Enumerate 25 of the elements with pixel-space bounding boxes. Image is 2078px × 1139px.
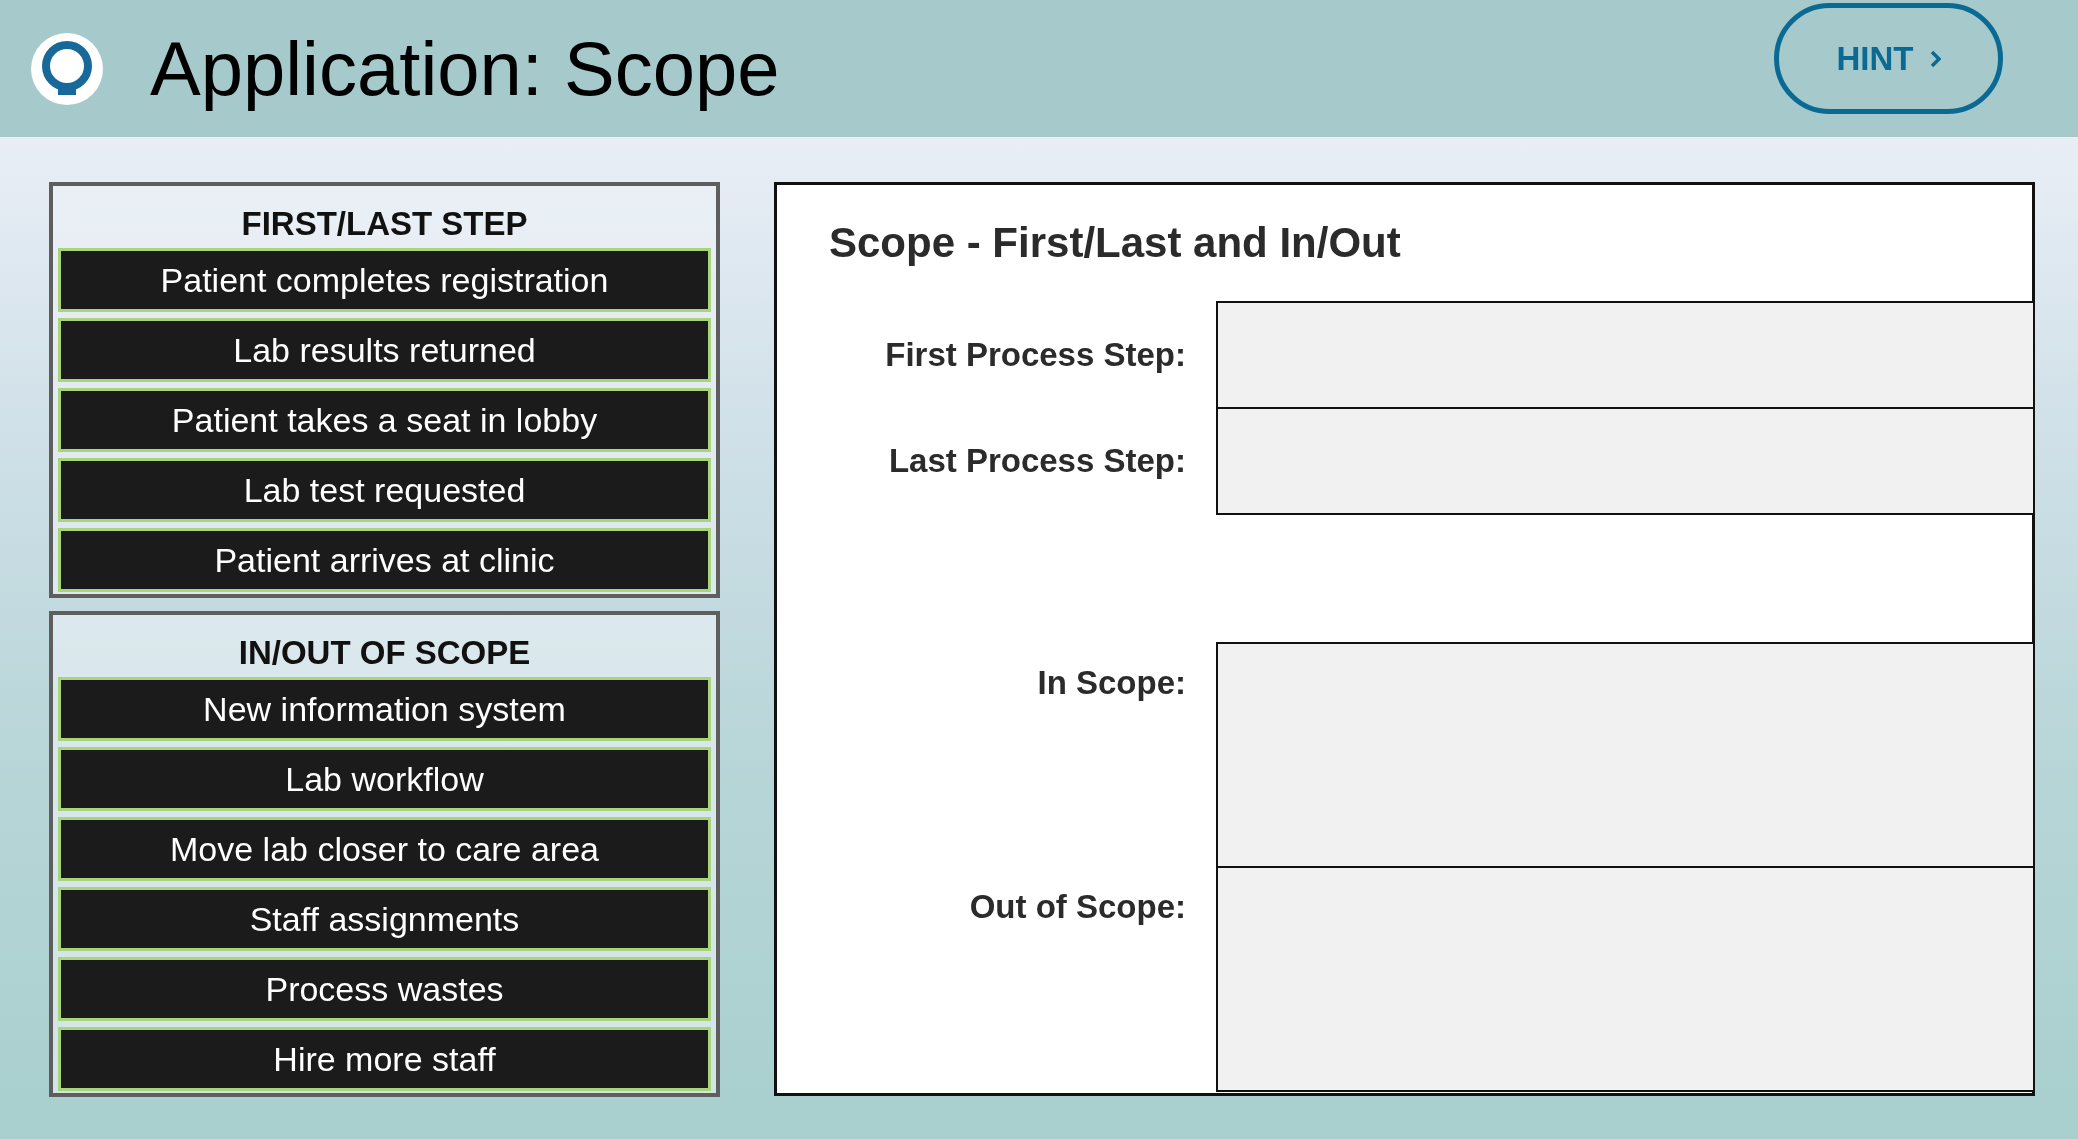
draggable-tile[interactable]: Lab test requested [58,458,711,522]
answer-box[interactable] [1216,407,2035,515]
field-label: First Process Step: [884,335,1186,376]
draggable-tile[interactable]: Move lab closer to care area [58,817,711,881]
draggable-tile[interactable]: Hire more staff [58,1027,711,1091]
draggable-tile[interactable]: Patient completes registration [58,248,711,312]
field-label: In Scope: [1036,663,1186,703]
answer-box[interactable] [1216,301,2035,409]
ring-logo-icon [30,31,104,106]
page-title: Application: Scope [150,26,780,111]
field-label: Last Process Step: [887,441,1186,482]
chevron-right-icon [1929,49,1941,68]
draggable-tile[interactable]: Lab results returned [58,318,711,382]
draggable-tile[interactable]: New information system [58,677,711,741]
answer-box[interactable] [1216,866,2035,1092]
draggable-tile[interactable]: Lab workflow [58,747,711,811]
group-heading: FIRST/LAST STEP [241,203,528,244]
answer-box[interactable] [1216,642,2035,868]
draggable-tile[interactable]: Patient arrives at clinic [58,528,711,592]
field-label: Out of Scope: [968,887,1186,927]
group-heading: IN/OUT OF SCOPE [238,632,531,673]
worksheet-title: Scope - First/Last and In/Out [829,218,1402,268]
draggable-tile[interactable]: Staff assignments [58,887,711,951]
draggable-tile[interactable]: Process wastes [58,957,711,1021]
draggable-tile[interactable]: Patient takes a seat in lobby [58,388,711,452]
